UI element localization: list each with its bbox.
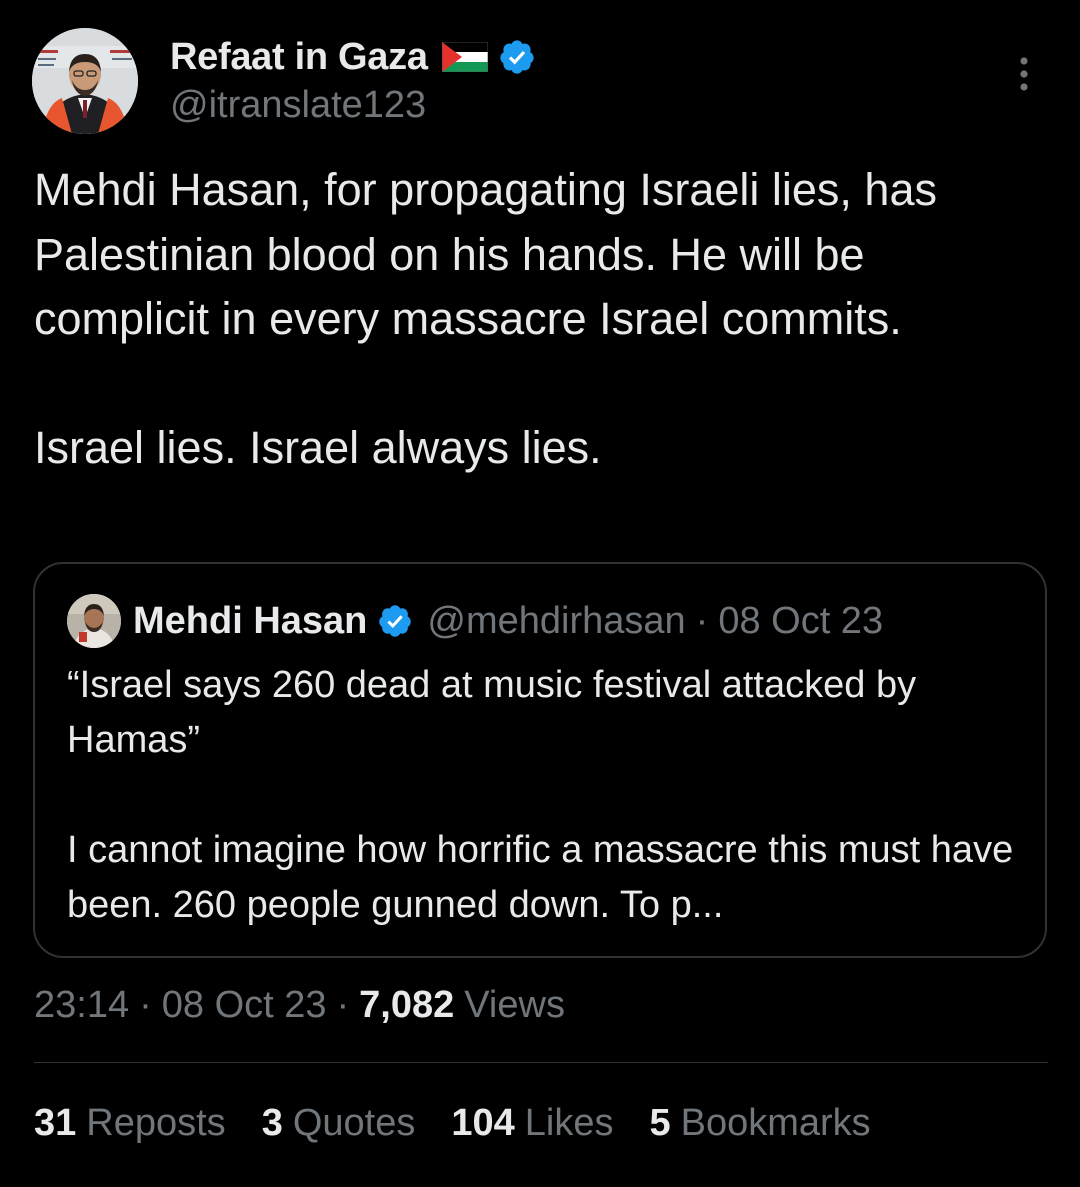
palestine-flag-icon — [441, 42, 488, 72]
quoted-paragraph: “Israel says 260 dead at music festival … — [67, 664, 917, 761]
verified-badge-icon — [500, 40, 534, 74]
more-options-button[interactable] — [1002, 52, 1046, 96]
tweet-time[interactable]: 23:14 — [34, 984, 129, 1027]
quoted-tweet-text: “Israel says 260 dead at music festival … — [67, 658, 1017, 933]
views-count[interactable]: 7,082 — [359, 984, 454, 1027]
author-display-name[interactable]: Refaat in Gaza — [170, 36, 428, 79]
quoted-paragraph: I cannot imagine how horrific a massacre… — [67, 829, 1014, 926]
author-handle[interactable]: @itranslate123 — [170, 84, 426, 127]
tweet-date[interactable]: 08 Oct 23 — [162, 984, 327, 1027]
bookmarks-count: 5 — [649, 1102, 671, 1144]
author-name-row: Refaat in Gaza — [170, 34, 536, 80]
quoted-author-handle[interactable]: @mehdirhasan — [427, 600, 685, 643]
quoted-tweet-date[interactable]: 08 Oct 23 — [718, 600, 883, 643]
engagement-stats: 31 Reposts 3 Quotes 104 Likes 5 Bookmarks — [34, 1102, 871, 1145]
likes-label: Likes — [524, 1102, 614, 1144]
quotes-label: Quotes — [292, 1102, 416, 1144]
divider — [34, 1062, 1048, 1063]
bookmarks-stat[interactable]: 5 Bookmarks — [649, 1102, 870, 1145]
quotes-stat[interactable]: 3 Quotes — [262, 1102, 416, 1145]
author-avatar[interactable] — [32, 28, 138, 134]
dot-separator: · — [695, 599, 709, 642]
verified-badge-icon — [379, 605, 412, 637]
dot-separator: · — [336, 984, 350, 1026]
quoted-tweet-card[interactable]: Mehdi Hasan @mehdirhasan · 08 Oct 23 “Is… — [33, 562, 1047, 958]
tweet-paragraph: Mehdi Hasan, for propagating Israeli lie… — [34, 164, 937, 344]
quotes-count: 3 — [261, 1102, 283, 1144]
tweet-meta-row: 23:14 · 08 Oct 23 · 7,082 Views — [34, 984, 565, 1027]
bookmarks-label: Bookmarks — [680, 1102, 871, 1144]
reposts-label: Reposts — [86, 1102, 226, 1144]
quoted-avatar-image — [67, 594, 121, 648]
quoted-tweet-header: Mehdi Hasan @mehdirhasan · 08 Oct 23 — [67, 594, 883, 648]
quoted-author-avatar[interactable] — [67, 594, 121, 648]
more-vertical-icon — [1020, 57, 1028, 91]
tweet-detail: Refaat in Gaza @itranslate123 Mehdi Hasa… — [0, 0, 1080, 1187]
quoted-author-name[interactable]: Mehdi Hasan — [133, 600, 367, 643]
likes-count: 104 — [451, 1102, 515, 1144]
dot-separator: · — [139, 984, 152, 1026]
views-label: Views — [464, 984, 565, 1026]
tweet-text: Mehdi Hasan, for propagating Israeli lie… — [34, 158, 1044, 481]
tweet-paragraph: Israel lies. Israel always lies. — [34, 422, 602, 473]
reposts-stat[interactable]: 31 Reposts — [34, 1102, 226, 1145]
reposts-count: 31 — [34, 1102, 77, 1144]
likes-stat[interactable]: 104 Likes — [451, 1102, 613, 1145]
author-avatar-image — [32, 28, 138, 134]
